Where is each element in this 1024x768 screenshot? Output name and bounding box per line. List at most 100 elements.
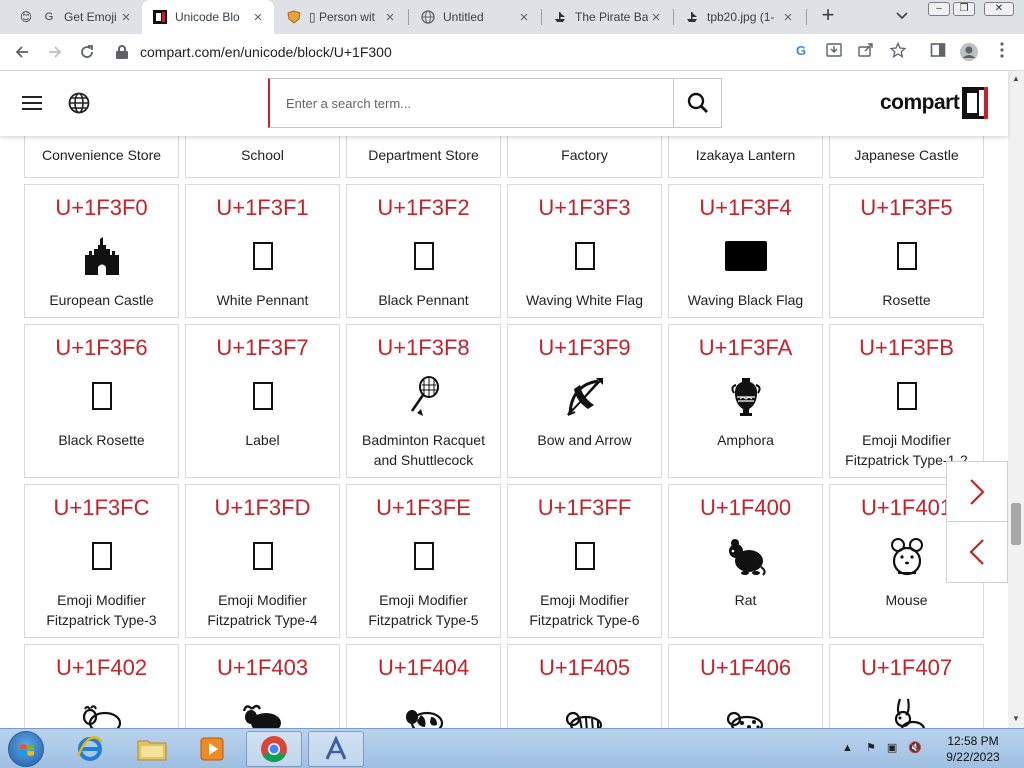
internet-explorer-icon[interactable] xyxy=(62,731,118,767)
google-translate-icon[interactable]: G xyxy=(792,42,812,62)
codepoint-link[interactable]: U+1F3FA xyxy=(669,335,822,361)
unicode-card[interactable]: U+1F3F3 Waving White Flag xyxy=(507,184,662,318)
page-scrollbar[interactable]: ▲ ▼ xyxy=(1008,71,1024,728)
codepoint-link[interactable]: U+1F402 xyxy=(25,655,178,681)
unicode-card[interactable]: U+1F3FC Emoji Modifier Fitzpatrick Type-3 xyxy=(24,484,179,638)
scroll-up-arrow[interactable]: ▲ xyxy=(1012,74,1020,83)
new-tab-button[interactable]: + xyxy=(817,4,839,27)
codepoint-link[interactable]: U+1F403 xyxy=(186,655,339,681)
unicode-card[interactable]: U+1F404 xyxy=(346,644,501,728)
unicode-card[interactable]: U+1F3F8 Badminton Racquet and Shuttlecock xyxy=(346,324,501,478)
codepoint-link[interactable]: U+1F3F1 xyxy=(186,195,339,221)
unicode-card[interactable]: U+1F3FB Emoji Modifier Fitzpatrick Type-1… xyxy=(829,324,984,478)
unicode-card[interactable]: Convenience Store xyxy=(24,136,179,178)
search-button[interactable] xyxy=(673,79,721,127)
codepoint-link[interactable]: U+1F3FE xyxy=(347,495,500,521)
forward-button[interactable] xyxy=(43,40,67,64)
unicode-card[interactable]: School xyxy=(185,136,340,178)
media-player-icon[interactable] xyxy=(184,731,240,767)
bookmark-star-icon[interactable] xyxy=(888,41,908,62)
unicode-card[interactable]: U+1F3F0 European Castle xyxy=(24,184,179,318)
tab-get-emoji[interactable]: 😊 G Get Emoji × xyxy=(8,0,142,34)
codepoint-link[interactable]: U+1F3F0 xyxy=(25,195,178,221)
file-explorer-icon[interactable] xyxy=(124,731,180,767)
address-bar[interactable]: compart.com/en/unicode/block/U+1F300 xyxy=(108,37,824,67)
unicode-card[interactable]: U+1F3F9 Bow and Arrow xyxy=(507,324,662,478)
kebab-menu-icon[interactable] xyxy=(992,42,1012,62)
close-icon[interactable]: × xyxy=(382,9,398,26)
install-icon[interactable] xyxy=(824,42,844,62)
close-icon[interactable]: × xyxy=(516,9,532,26)
hamburger-menu-icon[interactable] xyxy=(22,96,42,110)
taskbar-clock[interactable]: 12:58 PM 9/22/2023 xyxy=(940,733,1006,765)
reload-button[interactable] xyxy=(75,40,99,64)
chrome-icon[interactable] xyxy=(246,731,302,767)
unicode-card[interactable]: Department Store xyxy=(346,136,501,178)
unicode-card[interactable]: U+1F3FE Emoji Modifier Fitzpatrick Type-5 xyxy=(346,484,501,638)
unicode-card[interactable]: U+1F405 xyxy=(507,644,662,728)
codepoint-link[interactable]: U+1F3F7 xyxy=(186,335,339,361)
close-icon[interactable]: × xyxy=(250,9,266,26)
flag-notification-icon[interactable]: ⚑ xyxy=(866,742,876,754)
unicode-card[interactable]: U+1F3FA Amphora xyxy=(668,324,823,478)
network-icon[interactable]: ▣ xyxy=(887,742,897,754)
side-panel-icon[interactable] xyxy=(928,42,948,62)
codepoint-link[interactable]: U+1F3FD xyxy=(186,495,339,521)
unicode-card[interactable]: U+1F3FD Emoji Modifier Fitzpatrick Type-4 xyxy=(185,484,340,638)
unicode-card[interactable]: U+1F407 xyxy=(829,644,984,728)
unicode-card[interactable]: U+1F3F4 Waving Black Flag xyxy=(668,184,823,318)
scrollbar-thumb[interactable] xyxy=(1011,503,1021,545)
back-button[interactable] xyxy=(10,40,34,64)
codepoint-link[interactable]: U+1F405 xyxy=(508,655,661,681)
codepoint-link[interactable]: U+1F3FF xyxy=(508,495,661,521)
close-icon[interactable]: × xyxy=(780,9,796,26)
profile-avatar-icon[interactable] xyxy=(959,42,979,62)
close-icon[interactable]: × xyxy=(648,9,664,26)
codepoint-link[interactable]: U+1F3F5 xyxy=(830,195,983,221)
unicode-card[interactable]: U+1F3F2 Black Pennant xyxy=(346,184,501,318)
codepoint-link[interactable]: U+1F400 xyxy=(669,495,822,521)
close-icon[interactable]: × xyxy=(118,9,134,26)
app-a-icon[interactable] xyxy=(308,731,364,767)
close-window-button[interactable]: ✕ xyxy=(984,2,1014,16)
search-input[interactable] xyxy=(270,79,673,127)
next-page-button[interactable] xyxy=(946,461,1008,523)
unicode-card[interactable]: U+1F403 xyxy=(185,644,340,728)
tab-tpb20[interactable]: tpb20.jpg (1- × xyxy=(674,0,804,34)
codepoint-link[interactable]: U+1F3F4 xyxy=(669,195,822,221)
unicode-card[interactable]: U+1F3F6 Black Rosette xyxy=(24,324,179,478)
lock-icon[interactable] xyxy=(116,45,128,59)
volume-muted-icon[interactable]: 🔇 xyxy=(908,742,922,754)
unicode-card[interactable]: U+1F3F1 White Pennant xyxy=(185,184,340,318)
unicode-card[interactable]: Izakaya Lantern xyxy=(668,136,823,178)
chevron-down-icon[interactable] xyxy=(896,7,908,23)
unicode-card[interactable]: U+1F406 xyxy=(668,644,823,728)
unicode-card[interactable]: U+1F3F5 Rosette xyxy=(829,184,984,318)
unicode-card[interactable]: Japanese Castle xyxy=(829,136,984,178)
codepoint-link[interactable]: U+1F406 xyxy=(669,655,822,681)
codepoint-link[interactable]: U+1F3F3 xyxy=(508,195,661,221)
language-globe-icon[interactable] xyxy=(68,92,90,114)
unicode-card[interactable]: U+1F400 Rat xyxy=(668,484,823,638)
tab-person[interactable]: ▯ Person wit × xyxy=(276,0,406,34)
maximize-button[interactable]: ❐ xyxy=(953,2,975,16)
codepoint-link[interactable]: U+1F3FC xyxy=(25,495,178,521)
start-button[interactable] xyxy=(8,731,44,767)
share-icon[interactable] xyxy=(856,42,876,62)
codepoint-link[interactable]: U+1F404 xyxy=(347,655,500,681)
scroll-down-arrow[interactable]: ▼ xyxy=(1012,714,1020,723)
tab-pirate-bay[interactable]: The Pirate Ba × xyxy=(542,0,672,34)
tab-unicode-block[interactable]: Unicode Blo × xyxy=(142,0,274,34)
codepoint-link[interactable]: U+1F3F6 xyxy=(25,335,178,361)
unicode-card[interactable]: U+1F402 xyxy=(24,644,179,728)
codepoint-link[interactable]: U+1F3F9 xyxy=(508,335,661,361)
minimize-button[interactable]: – xyxy=(928,2,950,16)
compart-logo[interactable]: compart xyxy=(880,87,989,119)
tab-untitled[interactable]: Untitled × xyxy=(410,0,540,34)
codepoint-link[interactable]: U+1F407 xyxy=(830,655,983,681)
codepoint-link[interactable]: U+1F3F8 xyxy=(347,335,500,361)
unicode-card[interactable]: U+1F3FF Emoji Modifier Fitzpatrick Type-6 xyxy=(507,484,662,638)
codepoint-link[interactable]: U+1F3FB xyxy=(830,335,983,361)
show-hidden-icons[interactable]: ▲ xyxy=(842,742,853,754)
codepoint-link[interactable]: U+1F3F2 xyxy=(347,195,500,221)
